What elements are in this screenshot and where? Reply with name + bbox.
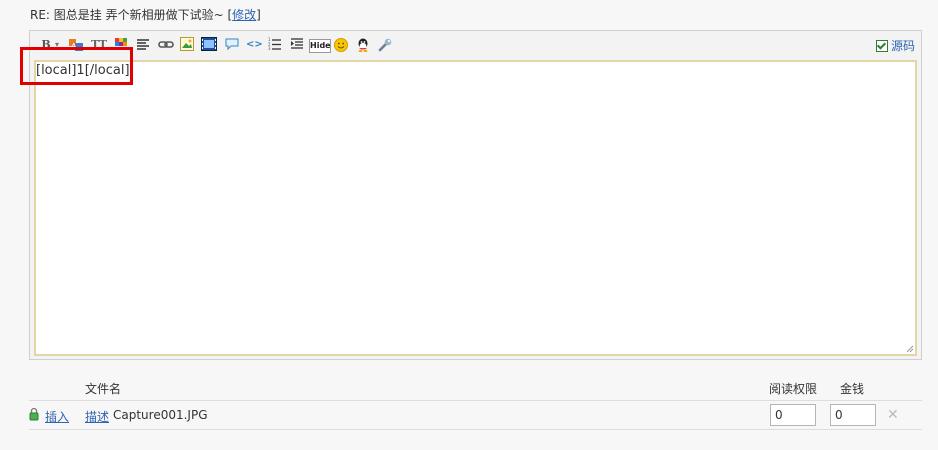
attachment-filename: Capture001.JPG: [113, 408, 208, 422]
svg-text:3: 3: [268, 46, 271, 51]
indent-icon[interactable]: [290, 37, 304, 53]
attachment-row: 插入 描述 Capture001.JPG ✕: [0, 402, 938, 428]
lock-icon: [29, 407, 39, 421]
align-icon[interactable]: [136, 37, 150, 53]
filename-column-header: 文件名: [85, 382, 122, 396]
resize-grip-icon[interactable]: [906, 345, 914, 353]
edit-title-link[interactable]: 修改: [232, 8, 256, 22]
code-icon[interactable]: <>: [246, 37, 263, 53]
read-permission-input[interactable]: [770, 404, 816, 426]
delete-attachment-icon[interactable]: ✕: [887, 407, 899, 423]
ordered-list-icon[interactable]: 123: [268, 37, 282, 53]
source-label: 源码: [890, 39, 915, 53]
hide-icon[interactable]: Hide: [309, 39, 331, 53]
divider: [29, 429, 922, 430]
highlight-box: [20, 47, 133, 85]
editor-textarea[interactable]: [local]1[/local]: [34, 60, 917, 356]
image-icon[interactable]: [180, 37, 194, 53]
wrench-icon[interactable]: [377, 37, 393, 53]
post-title-prefix: RE: 图总是挂 弄个新相册做下试验~ [: [30, 8, 233, 22]
attachment-header: 文件名 阅读权限 金钱: [0, 378, 938, 400]
source-checkbox[interactable]: [875, 40, 888, 52]
editor-toolbar: B ▾ A TT <> 1 2 3 Hide 源码: [30, 31, 921, 59]
smiley-icon[interactable]: [333, 37, 349, 53]
quote-icon[interactable]: [224, 37, 240, 53]
post-title-suffix: ]: [256, 8, 261, 22]
divider: [29, 400, 922, 401]
price-column-header: 金钱: [840, 382, 865, 396]
source-mode-toggle[interactable]: 源码: [875, 38, 915, 54]
media-icon[interactable]: [201, 37, 217, 53]
rich-text-editor: B ▾ A TT <> 1 2 3 Hide 源码 [local]1[/loca…: [29, 30, 922, 360]
describe-attachment-link[interactable]: 描述: [85, 408, 109, 425]
read-permission-column-header: 阅读权限: [769, 382, 818, 396]
link-icon[interactable]: [158, 37, 174, 53]
qq-icon[interactable]: [355, 37, 371, 53]
insert-attachment-link[interactable]: 插入: [45, 408, 69, 425]
price-input[interactable]: [830, 404, 876, 426]
post-title: RE: 图总是挂 弄个新相册做下试验~ [修改]: [30, 6, 261, 24]
